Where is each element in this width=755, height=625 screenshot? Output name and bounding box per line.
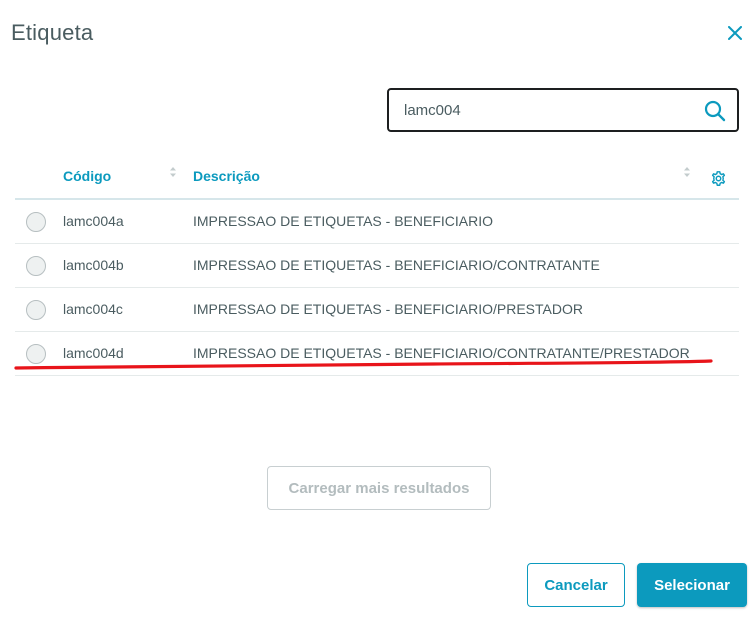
- lookup-dialog: Etiqueta Código Descrição: [0, 0, 755, 625]
- search-field[interactable]: [387, 88, 739, 132]
- search-input[interactable]: [389, 90, 689, 130]
- gear-icon[interactable]: [710, 170, 727, 187]
- cell-code: lamc004c: [63, 301, 123, 317]
- select-button[interactable]: Selecionar: [637, 563, 747, 607]
- sort-icon[interactable]: [683, 166, 691, 178]
- dialog-title: Etiqueta: [11, 20, 94, 45]
- column-header-description[interactable]: Descrição: [193, 166, 691, 184]
- cell-code: lamc004b: [63, 257, 124, 273]
- table-row[interactable]: lamc004a IMPRESSAO DE ETIQUETAS - BENEFI…: [15, 200, 739, 244]
- cell-description: IMPRESSAO DE ETIQUETAS - BENEFICIARIO: [193, 213, 494, 229]
- search-icon[interactable]: [703, 99, 727, 123]
- table-row[interactable]: lamc004b IMPRESSAO DE ETIQUETAS - BENEFI…: [15, 244, 739, 288]
- column-header-label: Descrição: [193, 168, 260, 184]
- cell-description: IMPRESSAO DE ETIQUETAS - BENEFICIARIO/CO…: [193, 257, 600, 273]
- cell-description: IMPRESSAO DE ETIQUETAS - BENEFICIARIO/PR…: [193, 301, 583, 317]
- row-select-radio[interactable]: [26, 256, 46, 276]
- column-header-label: Código: [63, 168, 112, 184]
- table-row[interactable]: lamc004c IMPRESSAO DE ETIQUETAS - BENEFI…: [15, 288, 739, 332]
- results-table: Código Descrição lamc004a IMPRESSAO DE E…: [15, 154, 739, 376]
- load-more-button[interactable]: Carregar mais resultados: [267, 466, 491, 510]
- red-underline-annotation: [14, 359, 713, 370]
- close-button[interactable]: [724, 22, 746, 44]
- sort-icon[interactable]: [169, 166, 177, 178]
- row-select-radio[interactable]: [26, 212, 46, 232]
- table-header: Código Descrição: [15, 154, 739, 200]
- cell-code: lamc004a: [63, 213, 124, 229]
- column-header-code[interactable]: Código: [63, 166, 177, 184]
- close-icon: [728, 26, 742, 40]
- row-select-radio[interactable]: [26, 300, 46, 320]
- cancel-button[interactable]: Cancelar: [527, 563, 625, 607]
